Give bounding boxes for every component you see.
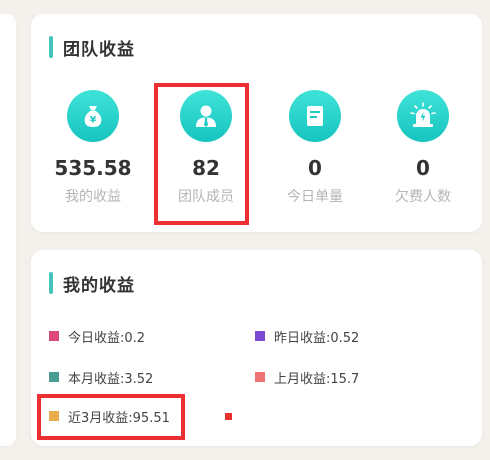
legend-label: 昨日收益:0.52 [274,330,360,346]
legend-item-last-month[interactable]: 上月收益:15.7 [255,368,360,387]
team-earnings-title: 团队收益 [63,39,135,60]
alarm-light-icon [397,90,449,142]
stray-marker [225,413,232,420]
stat-value: 0 [416,156,430,180]
stat-arrears-count[interactable]: 0 欠费人数 [373,90,473,206]
legend-swatch [255,372,265,382]
legend-item-this-month[interactable]: 本月收益:3.52 [49,368,154,387]
legend-swatch [49,372,59,382]
legend-item-today[interactable]: 今日收益:0.2 [49,327,146,346]
section-accent-bar [49,36,53,58]
legend-label: 上月收益:15.7 [274,371,360,387]
document-icon [289,90,341,142]
section-accent-bar [49,272,53,294]
legend-swatch [49,331,59,341]
team-earnings-card: 团队收益 ¥ 535.58 我的收益 82 团队成员 0 今日单量 0 欠费人数 [31,14,482,232]
svg-text:¥: ¥ [90,116,97,126]
legend-item-yesterday[interactable]: 昨日收益:0.52 [255,327,360,346]
legend-swatch [255,331,265,341]
team-earnings-header: 团队收益 [49,36,135,60]
highlight-last-3-months [37,394,185,440]
legend-label: 今日收益:0.2 [68,330,146,346]
left-panel-card [0,14,16,446]
stat-value: 0 [308,156,322,180]
highlight-team-members [154,83,249,225]
legend-label: 本月收益:3.52 [68,371,154,387]
stat-value: 535.58 [54,156,132,180]
stat-label: 我的收益 [65,189,121,205]
money-bag-icon: ¥ [67,90,119,142]
stat-label: 今日单量 [287,189,343,205]
my-earnings-header: 我的收益 [49,272,135,296]
stat-my-earnings[interactable]: ¥ 535.58 我的收益 [43,90,143,206]
stat-label: 欠费人数 [395,189,451,205]
my-earnings-title: 我的收益 [63,275,135,296]
stat-today-orders[interactable]: 0 今日单量 [265,90,365,206]
